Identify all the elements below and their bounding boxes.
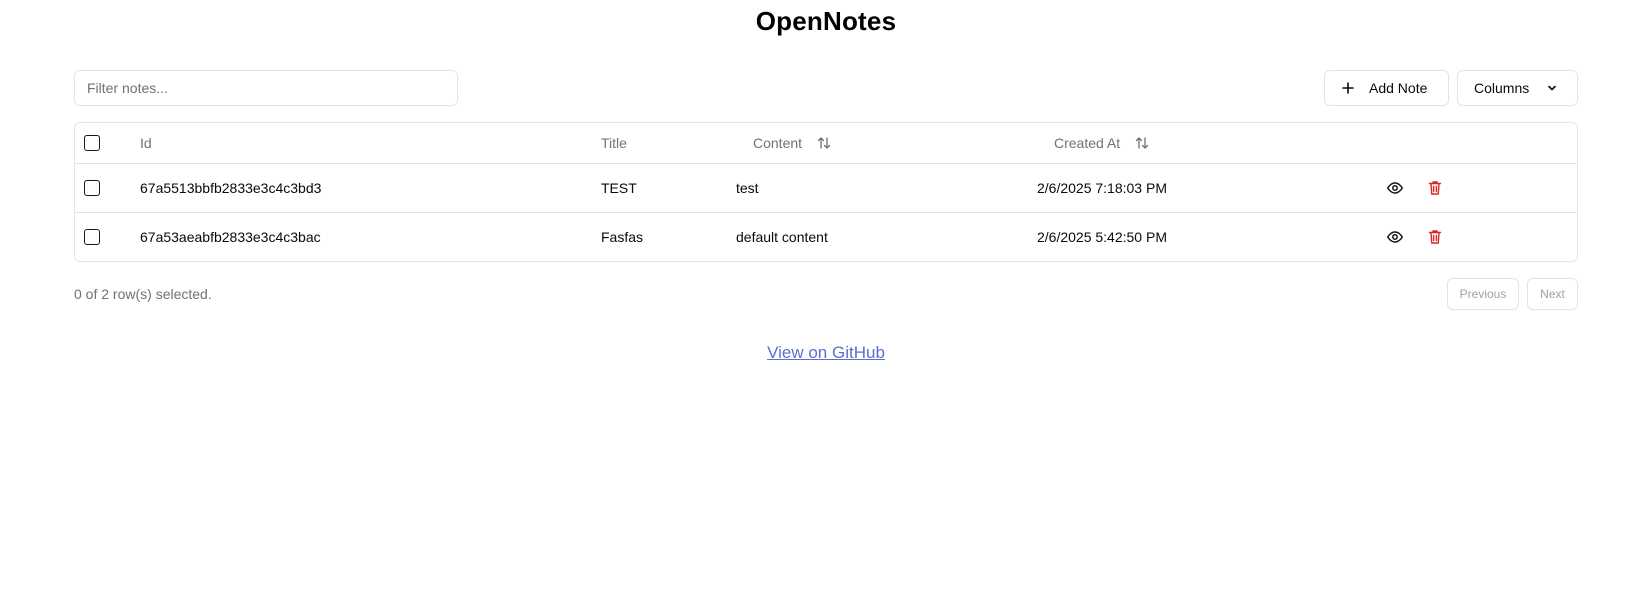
page-title: OpenNotes: [755, 6, 897, 36]
header-content-sort-button[interactable]: Content: [753, 123, 832, 163]
columns-label: Columns: [1474, 80, 1530, 96]
cell-content: default content: [736, 229, 828, 245]
cell-created-at: 2/6/2025 5:42:50 PM: [1037, 229, 1167, 245]
cell-id: 67a53aeabfb2833e3c4c3bac: [140, 229, 321, 245]
row-checkbox[interactable]: [84, 180, 100, 196]
cell-title: Fasfas: [601, 229, 644, 245]
selection-status: 0 of 2 row(s) selected.: [74, 286, 212, 302]
github-link[interactable]: View on GitHub: [767, 343, 885, 362]
cell-id: 67a5513bbfb2833e3c4c3bd3: [140, 180, 322, 196]
add-note-button[interactable]: Add Note: [1324, 70, 1449, 106]
next-page-button[interactable]: Next: [1527, 278, 1578, 310]
cell-content: test: [736, 180, 759, 196]
cell-title: TEST: [601, 180, 637, 196]
chevron-down-icon: [1546, 82, 1558, 94]
trash-icon[interactable]: [1426, 179, 1444, 197]
add-note-label: Add Note: [1369, 80, 1428, 96]
eye-icon[interactable]: [1386, 179, 1404, 197]
cell-created-at: 2/6/2025 7:18:03 PM: [1037, 180, 1167, 196]
table-header-row: Id Title Content Created At: [75, 123, 1577, 164]
arrow-up-down-icon: [816, 135, 832, 151]
header-content-label: Content: [753, 135, 803, 151]
header-id: Id: [140, 135, 152, 151]
previous-page-button[interactable]: Previous: [1447, 278, 1519, 310]
notes-table: Id Title Content Created At 67a5513bbfb2…: [74, 122, 1578, 262]
filter-notes-input[interactable]: [74, 70, 458, 106]
arrow-up-down-icon: [1134, 135, 1150, 151]
table-row: 67a53aeabfb2833e3c4c3bac Fasfas default …: [75, 213, 1577, 261]
header-title: Title: [601, 135, 627, 151]
row-checkbox[interactable]: [84, 229, 100, 245]
table-row: 67a5513bbfb2833e3c4c3bd3 TEST test 2/6/2…: [75, 164, 1577, 213]
select-all-checkbox[interactable]: [84, 135, 100, 151]
header-created-at-sort-button[interactable]: Created At: [1054, 123, 1150, 163]
columns-button[interactable]: Columns: [1457, 70, 1578, 106]
eye-icon[interactable]: [1386, 228, 1404, 246]
header-created-at-label: Created At: [1054, 135, 1121, 151]
plus-icon: [1341, 81, 1355, 95]
trash-icon[interactable]: [1426, 228, 1444, 246]
